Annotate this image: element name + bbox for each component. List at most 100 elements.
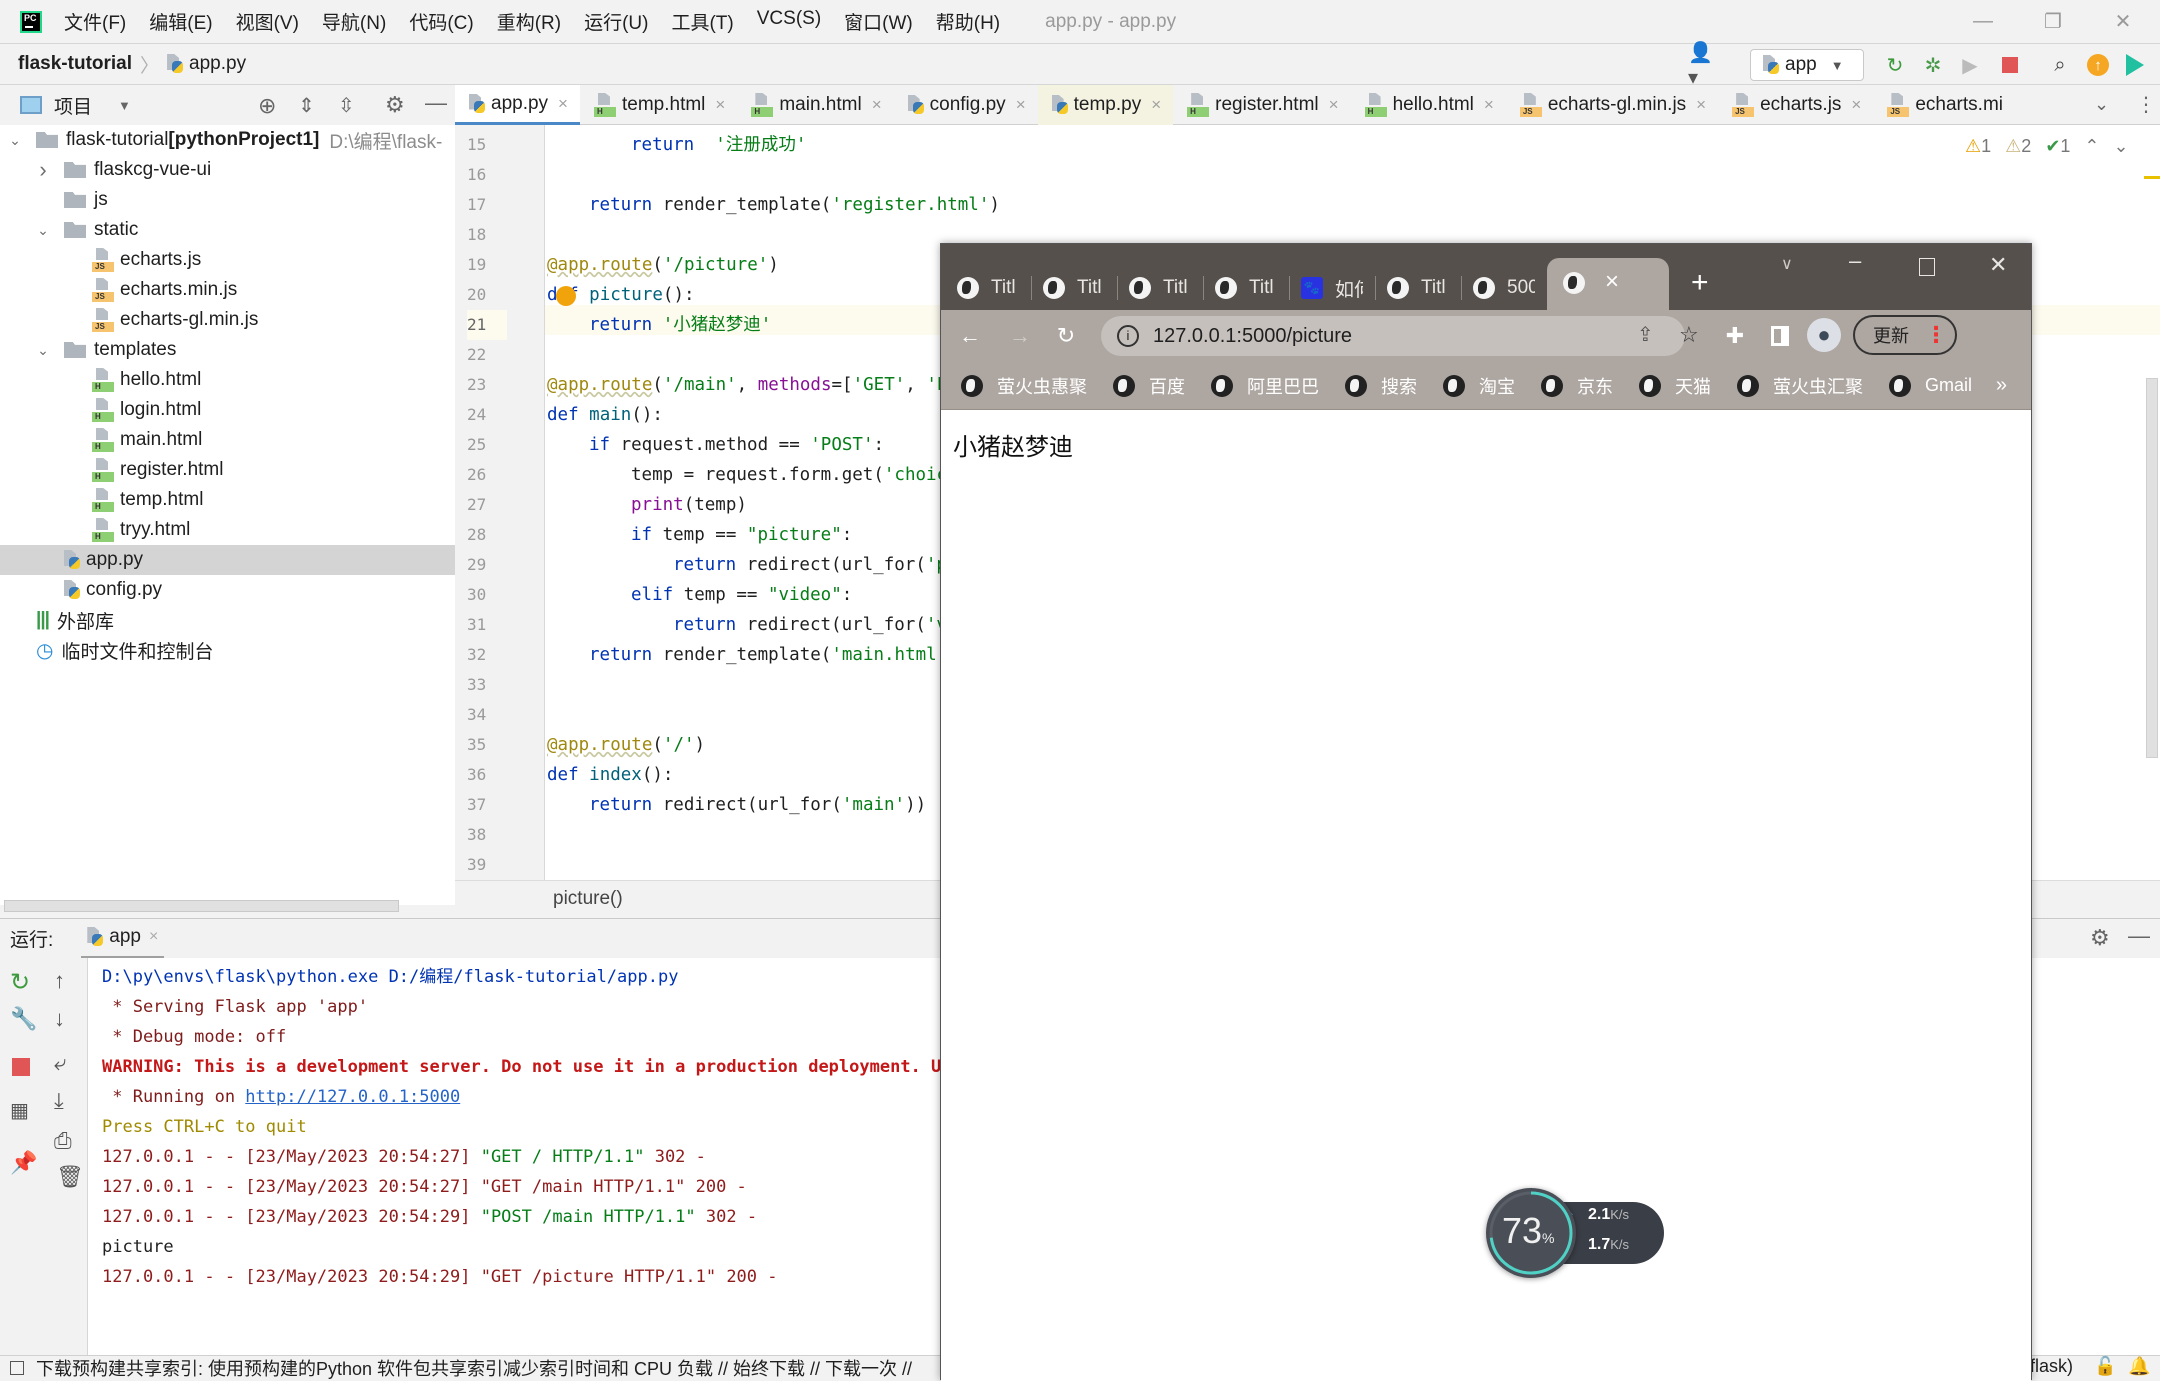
bookmark-item[interactable]: 萤火虫汇聚 <box>1737 373 1863 399</box>
collapse-all-icon[interactable]: ⇳ <box>338 93 355 118</box>
tree-item[interactable]: ⌄ flask-tutorial [pythonProject1] D:\编程\fl… <box>0 125 455 155</box>
tree-item[interactable]: Hregister.html <box>0 455 455 485</box>
hide-panel-icon[interactable]: — <box>2128 923 2150 949</box>
inspection-widget[interactable]: ⚠1 ⚠2 ✔1 ⌃ ⌄ <box>1965 136 2129 157</box>
breadcrumb-file[interactable]: app.py <box>189 53 246 75</box>
minimize-button[interactable]: — <box>1950 0 2016 43</box>
bookmark-item[interactable]: 京东 <box>1541 373 1613 399</box>
editor-scrollbar[interactable] <box>2146 378 2158 758</box>
browser-tab-active[interactable]: × <box>1547 258 1669 310</box>
browser-tab[interactable]: 🐾 如何 <box>1301 266 1363 310</box>
bookmark-item[interactable]: 阿里巴巴 <box>1211 373 1319 399</box>
tree-item[interactable]: Hmain.html <box>0 425 455 455</box>
close-window-button[interactable]: ✕ <box>2090 0 2156 43</box>
close-tab-icon[interactable]: × <box>1016 95 1026 115</box>
tree-item[interactable]: Hhello.html <box>0 365 455 395</box>
browser-tab[interactable]: Titl <box>1129 266 1191 310</box>
prev-highlight-icon[interactable]: ⌃ <box>2084 136 2099 157</box>
gear-icon[interactable]: ⚙ <box>385 92 405 118</box>
tree-item[interactable]: JS echarts.min.js <box>0 275 455 305</box>
close-tab-icon[interactable]: × <box>149 928 158 946</box>
rerun-icon[interactable]: ↻ <box>1882 52 1908 78</box>
next-highlight-icon[interactable]: ⌄ <box>2114 136 2129 157</box>
code-with-me-icon[interactable] <box>2122 52 2148 78</box>
horizontal-scrollbar[interactable] <box>4 900 399 912</box>
restore-button[interactable]: ❐ <box>2020 0 2086 43</box>
bookmark-item[interactable]: 萤火虫惠聚 <box>961 373 1087 399</box>
editor-tab[interactable]: config.py × <box>894 85 1038 125</box>
menu-item[interactable]: 文件(F) <box>64 8 126 35</box>
network-monitor-widget[interactable]: ↑ 2.1K/s ↓ 1.7K/s 73% <box>1486 1188 1666 1278</box>
editor-tab[interactable]: JS echarts-gl.min.js × <box>1506 85 1718 125</box>
menu-item[interactable]: 重构(R) <box>497 8 561 35</box>
bookmark-item[interactable]: 天猫 <box>1639 373 1711 399</box>
search-icon[interactable]: ⌕ <box>2047 52 2073 78</box>
menu-item[interactable]: 代码(C) <box>409 8 473 35</box>
close-tab-icon[interactable]: × <box>558 94 568 114</box>
bookmarks-more-icon[interactable]: » <box>1996 374 2007 397</box>
menu-item[interactable]: 编辑(E) <box>149 8 212 35</box>
update-button[interactable]: 更新 ⋮ <box>1853 315 1957 355</box>
menu-item[interactable]: 视图(V) <box>236 8 299 35</box>
close-tab-icon[interactable]: × <box>1151 95 1161 115</box>
chevron-down-icon[interactable]: ⌄ <box>8 132 22 149</box>
chevron-down-icon[interactable]: ▼ <box>118 98 131 113</box>
error-stripe-mark[interactable] <box>2144 176 2160 179</box>
reload-icon[interactable]: ↻ <box>1051 322 1081 350</box>
tree-item[interactable]: JS echarts-gl.min.js <box>0 305 455 335</box>
extensions-icon[interactable]: ✚ <box>1721 322 1749 350</box>
bookmark-item[interactable]: Gmail <box>1889 374 1972 397</box>
more-options-icon[interactable]: ⋮ <box>2136 92 2156 116</box>
browser-tab[interactable]: Titl <box>1043 266 1105 310</box>
site-info-icon[interactable]: i <box>1117 325 1139 347</box>
tree-item[interactable]: Htemp.html <box>0 485 455 515</box>
soft-wrap-icon[interactable]: ⤶ <box>54 1050 66 1076</box>
vcs-user-icon[interactable]: 👤▾ <box>1688 42 1714 89</box>
close-window-button[interactable]: ✕ <box>1989 252 2007 278</box>
status-message[interactable]: 下载预构建共享索引: 使用预构建的Python 软件包共享索引减少索引时间和 C… <box>36 1355 912 1381</box>
editor-tab[interactable]: app.py × <box>455 85 580 125</box>
editor-tab[interactable]: Hhello.html × <box>1351 85 1506 125</box>
editor-tab[interactable]: Htemp.html × <box>580 85 737 125</box>
hide-panel-icon[interactable]: — <box>425 90 447 116</box>
editor-tab[interactable]: JS echarts.js × <box>1718 85 1873 125</box>
address-bar[interactable]: i 127.0.0.1:5000/picture ⇪ ☆ <box>1101 316 1699 356</box>
side-panel-icon[interactable] <box>1771 326 1789 346</box>
close-tab-icon[interactable]: × <box>872 95 882 115</box>
tree-item[interactable]: Htryy.html <box>0 515 455 545</box>
tree-item[interactable]: Hlogin.html <box>0 395 455 425</box>
tree-item[interactable]: js <box>0 185 455 215</box>
print-icon[interactable]: ⎙ <box>54 1128 72 1154</box>
tab-search-icon[interactable]: ∨ <box>1781 254 1793 274</box>
bookmark-item[interactable]: 百度 <box>1113 373 1185 399</box>
gear-icon[interactable]: ⚙ <box>2090 925 2110 951</box>
menu-item[interactable]: 帮助(H) <box>936 8 1000 35</box>
close-tab-icon[interactable]: × <box>1605 268 1619 296</box>
editor-tab[interactable]: Hregister.html × <box>1173 85 1350 125</box>
scroll-up-icon[interactable]: ↑ <box>54 968 65 994</box>
interpreter-status[interactable]: flask) <box>2030 1356 2073 1377</box>
new-tab-icon[interactable]: + <box>1691 266 1709 300</box>
tree-item[interactable]: ⌄ templates <box>0 335 455 365</box>
minimize-button[interactable]: – <box>1849 248 1861 274</box>
coverage-icon[interactable]: ▶ <box>1957 52 1983 78</box>
bookmark-star-icon[interactable]: ☆ <box>1679 322 1699 348</box>
browser-tab[interactable]: Titl <box>957 266 1019 310</box>
tree-item[interactable]: config.py <box>0 575 455 605</box>
browser-tab[interactable]: Titl <box>1387 266 1449 310</box>
tree-item[interactable]: ◷ 临时文件和控制台 <box>0 635 455 665</box>
breadcrumb-project[interactable]: flask-tutorial <box>18 53 132 75</box>
toggle-tool-windows-icon[interactable] <box>10 1361 24 1375</box>
rerun-icon[interactable]: ↻ <box>10 968 30 997</box>
close-tab-icon[interactable]: × <box>715 95 725 115</box>
tree-item[interactable]: ⌄ static <box>0 215 455 245</box>
pin-icon[interactable]: 📌 <box>10 1150 37 1176</box>
layout-icon[interactable]: ▦ <box>10 1098 29 1123</box>
chevron-down-icon[interactable]: ⌄ <box>36 342 50 359</box>
breadcrumb-function[interactable]: picture() <box>553 888 623 910</box>
close-tab-icon[interactable]: × <box>1329 95 1339 115</box>
menu-item[interactable]: VCS(S) <box>757 8 821 35</box>
editor-tab[interactable]: Hmain.html × <box>737 85 893 125</box>
menu-item[interactable]: 运行(U) <box>584 8 648 35</box>
intention-bulb-icon[interactable] <box>556 286 576 306</box>
